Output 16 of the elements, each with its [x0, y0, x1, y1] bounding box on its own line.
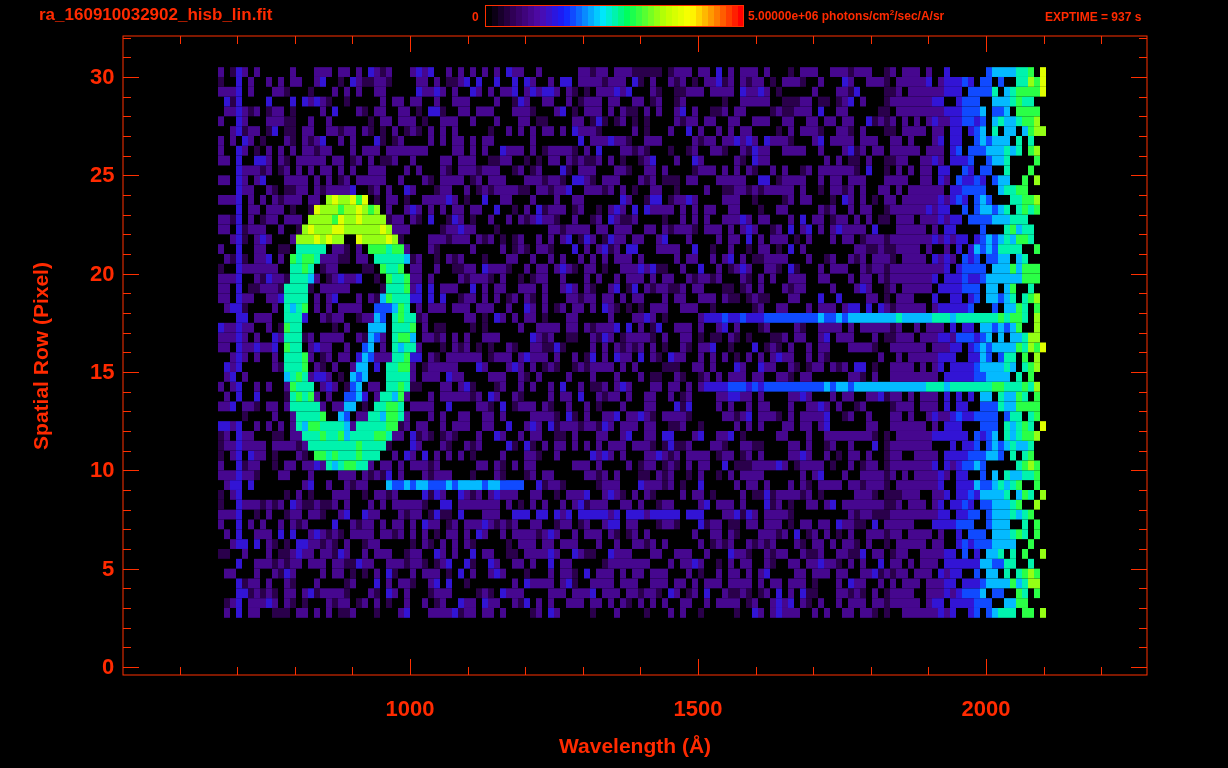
plot-title: ra_160910032902_hisb_lin.fit [39, 6, 273, 23]
y-tick-label: 25 [90, 164, 115, 187]
y-axis-label: Spatial Row (Pixel) [30, 262, 51, 450]
x-tick-label: 1000 [385, 698, 435, 720]
x-axis-label: Wavelength (Å) [559, 735, 712, 756]
y-tick-label: 15 [90, 361, 115, 383]
y-tick-label: 30 [90, 66, 115, 88]
y-tick-label: 10 [90, 459, 115, 482]
x-tick-label: 1500 [673, 698, 723, 720]
colorbar-min-label: 0 [472, 11, 479, 23]
y-tick-label: 5 [102, 557, 115, 580]
colorbar-max-label: 5.00000e+06 photons/cm$^{2}$/sec/A/sr [748, 9, 945, 22]
y-tick-label: 0 [102, 656, 115, 678]
y-tick-label: 20 [90, 262, 115, 285]
exposure-label: EXPTIME = 937 s [1045, 11, 1142, 23]
x-tick-label: 2000 [961, 698, 1011, 720]
